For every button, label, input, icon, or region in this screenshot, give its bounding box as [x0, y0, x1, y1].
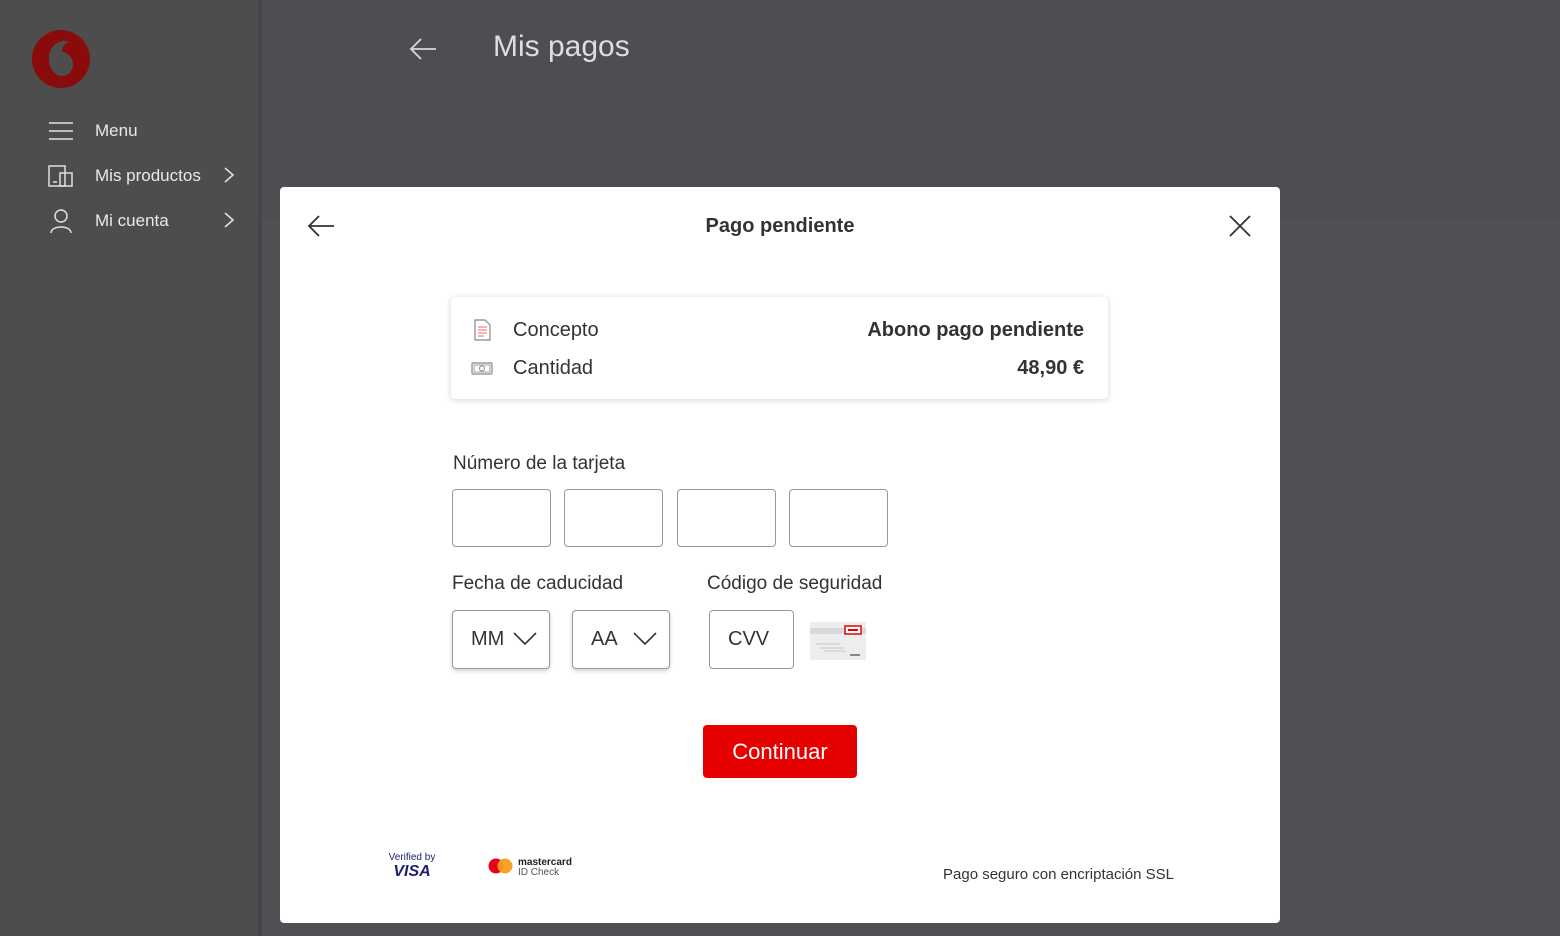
card-number-field-2[interactable] — [564, 489, 663, 547]
sidebar-item-mi-cuenta[interactable]: Mi cuenta — [47, 204, 247, 238]
verified-by-visa-logo: Verified by VISA — [386, 852, 438, 882]
sidebar-item-label: Mi cuenta — [95, 211, 169, 230]
chevron-down-icon — [633, 632, 657, 646]
visa-logo-brand-text: VISA — [393, 863, 431, 880]
card-number-field-3[interactable] — [677, 489, 776, 547]
cash-icon — [471, 362, 493, 375]
card-back-cvv-icon — [810, 622, 866, 660]
devices-icon — [47, 162, 75, 190]
card-number-field-1[interactable] — [452, 489, 551, 547]
concept-value: Abono pago pendiente — [867, 318, 1084, 341]
page-title: Mis pagos — [493, 30, 630, 63]
back-arrow-icon[interactable] — [408, 34, 438, 64]
vodafone-logo-icon[interactable] — [31, 29, 91, 89]
sidebar-item-label: Menu — [95, 121, 138, 140]
close-icon[interactable] — [1228, 214, 1252, 238]
mastercard-id-check-logo: mastercard ID Check — [488, 855, 578, 881]
card-number-field-4[interactable] — [789, 489, 888, 547]
summary-row-amount: Cantidad 48,90 € — [471, 353, 1084, 383]
payment-summary-card: Concepto Abono pago pendiente Cantidad 4… — [451, 297, 1108, 399]
summary-row-concept: Concepto Abono pago pendiente — [471, 315, 1084, 345]
modal-title: Pago pendiente — [705, 215, 855, 237]
sidebar-item-label: Mis productos — [95, 166, 201, 185]
continue-button[interactable]: Continuar — [703, 725, 857, 778]
concept-label: Concepto — [513, 318, 599, 341]
amount-label: Cantidad — [513, 356, 594, 379]
sidebar-item-mis-productos[interactable]: Mis productos — [47, 159, 247, 193]
card-number-label: Número de la tarjeta — [453, 453, 626, 474]
mastercard-sub-text: ID Check — [518, 867, 560, 878]
year-select-value: AA — [591, 628, 618, 650]
mastercard-circles-icon — [488, 858, 513, 874]
year-select[interactable]: AA — [572, 610, 670, 669]
expiry-label: Fecha de caducidad — [452, 573, 624, 594]
month-select-value: MM — [471, 628, 505, 650]
security-code-label: Código de seguridad — [707, 573, 883, 594]
payment-modal: Pago pendiente Concepto Abono pago pendi… — [280, 187, 1280, 923]
chevron-right-icon — [223, 166, 235, 189]
user-icon — [47, 207, 75, 235]
chevron-right-icon — [223, 211, 235, 234]
chevron-down-icon — [513, 632, 537, 646]
hamburger-icon — [47, 117, 75, 145]
document-icon — [474, 319, 491, 341]
month-select[interactable]: MM — [452, 610, 550, 669]
cvv-input[interactable] — [709, 610, 794, 669]
amount-value: 48,90 € — [1017, 356, 1084, 379]
sidebar-item-menu[interactable]: Menu — [47, 114, 247, 148]
visa-logo-top-text: Verified by — [388, 852, 436, 863]
sidebar: Menu Mis productos Mi cuenta — [0, 0, 262, 936]
ssl-security-note: Pago seguro con encriptación SSL — [943, 866, 1174, 883]
